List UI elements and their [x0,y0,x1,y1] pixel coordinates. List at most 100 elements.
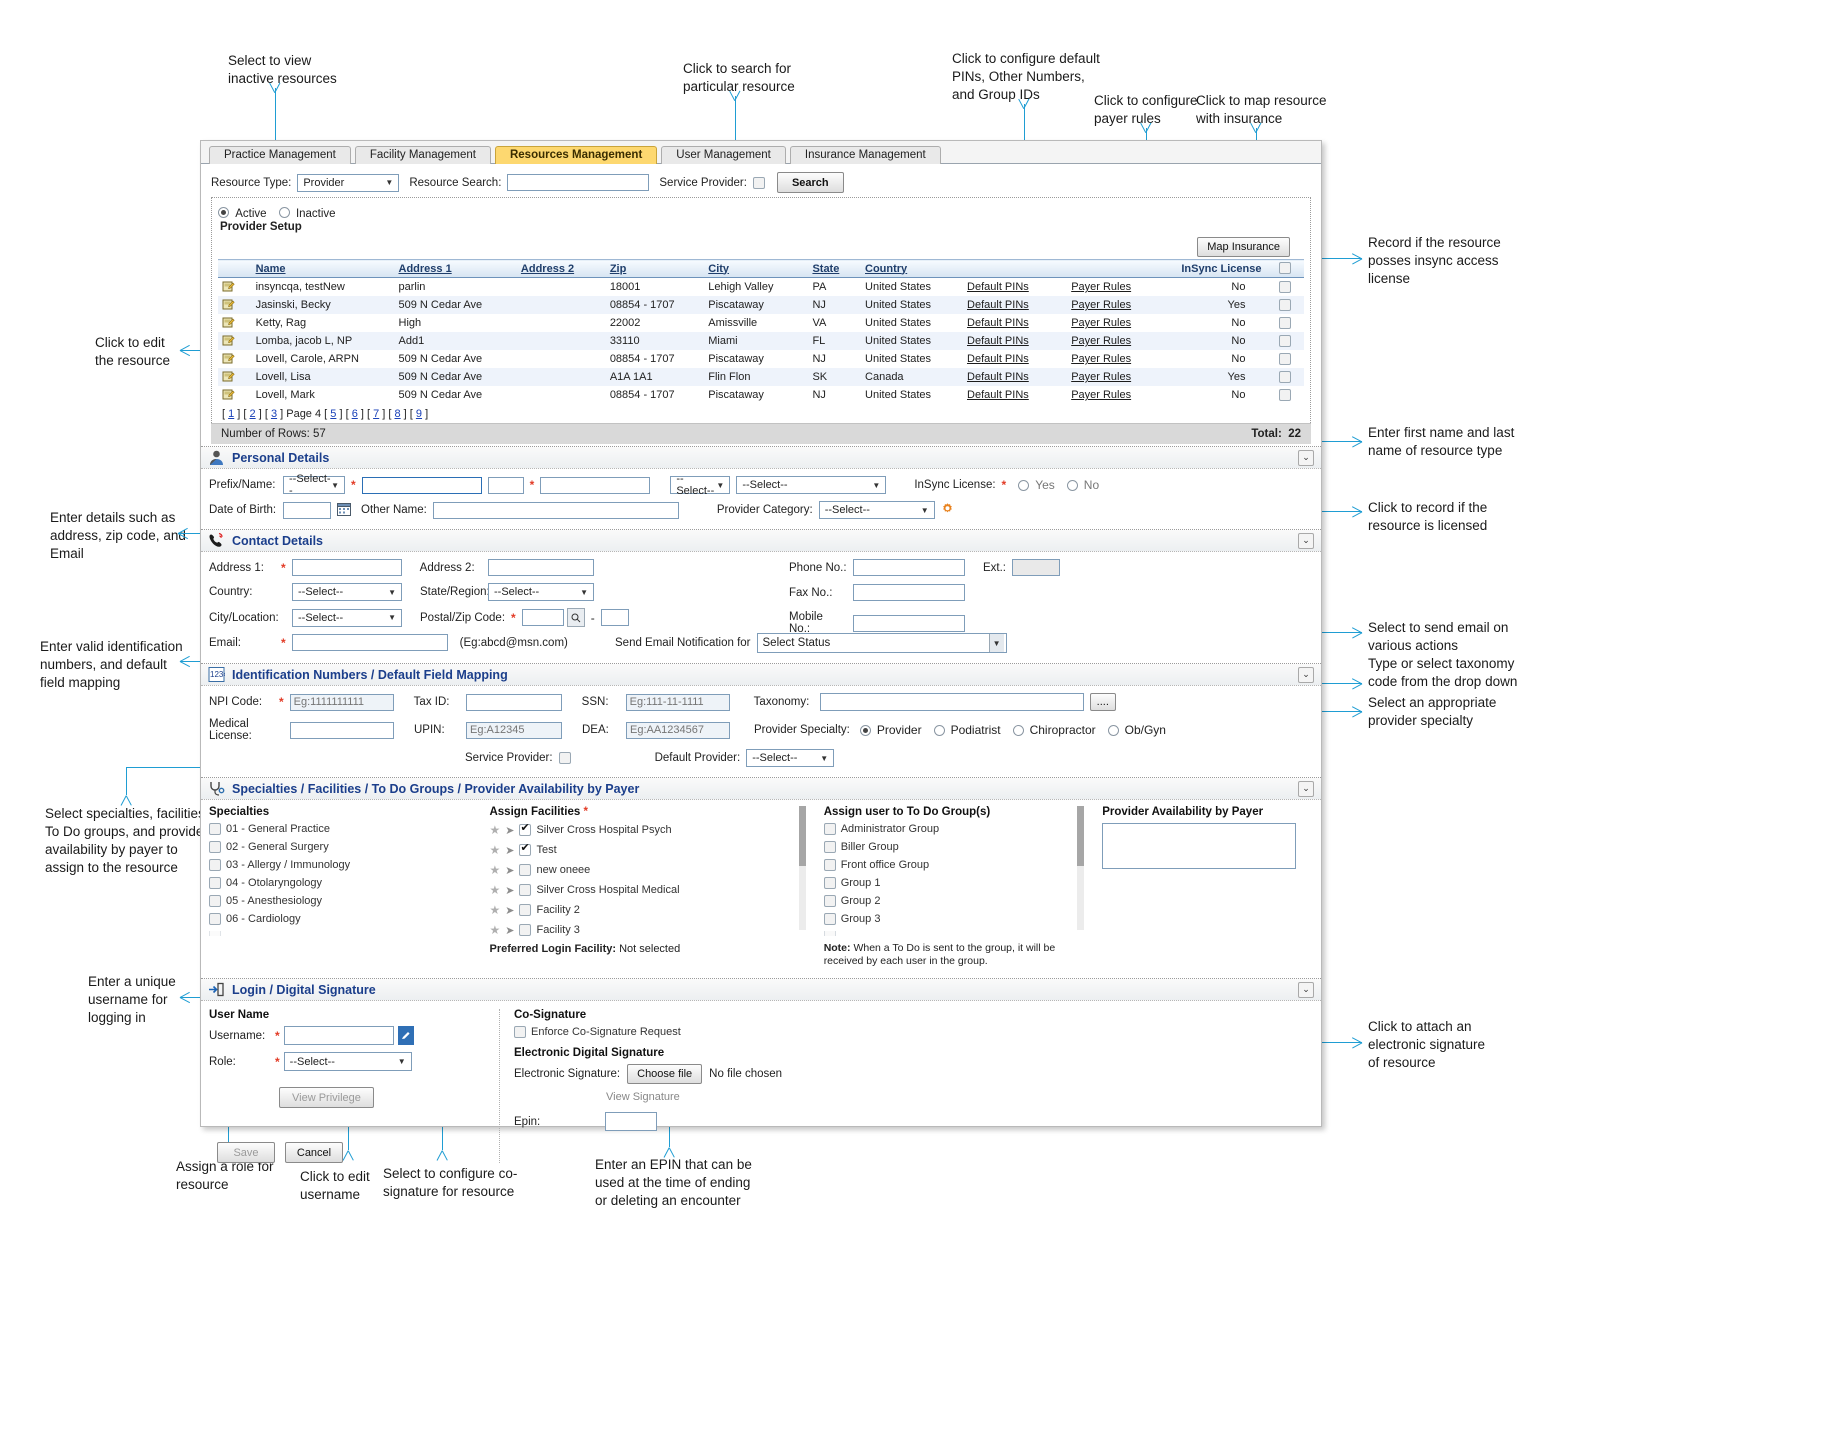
zip-search-icon[interactable] [567,608,585,627]
row-edit-icon-cell[interactable] [218,296,252,314]
row-insync-checkbox[interactable] [1279,371,1291,383]
view-signature-label[interactable]: View Signature [606,1091,1313,1103]
page-link-7[interactable]: 7 [373,408,379,420]
specialty-podiatrist-radio[interactable] [934,725,945,736]
default-pins-link[interactable]: Default PINs [967,299,1029,311]
send-icon[interactable]: ➤ [505,824,514,837]
send-icon[interactable]: ➤ [505,844,514,857]
specialty-chiropractor-radio[interactable] [1013,725,1024,736]
star-icon[interactable]: ★ [489,903,500,917]
cell-name[interactable]: Lovell, Mark [252,386,395,404]
payer-rules-link[interactable]: Payer Rules [1071,317,1131,329]
default-pins-link[interactable]: Default PINs [967,281,1029,293]
table-row[interactable]: Lovell, Lisa 509 N Cedar Ave A1A 1A1 Fli… [218,368,1304,386]
col-country[interactable]: Country [861,260,963,278]
table-row[interactable]: Jasinski, Becky 509 N Cedar Ave 08854 - … [218,296,1304,314]
table-row[interactable]: Lovell, Mark 509 N Cedar Ave 08854 - 170… [218,386,1304,404]
col-name[interactable]: Name [252,260,395,278]
cell-name[interactable]: Lovell, Lisa [252,368,395,386]
page-link-1[interactable]: 1 [228,408,234,420]
service-provider-checkbox[interactable] [753,177,765,189]
cancel-button[interactable]: Cancel [285,1142,343,1163]
list-item[interactable]: ★➤Facility 3 [489,923,799,937]
tab-facility-management[interactable]: Facility Management [355,146,491,164]
zip-input[interactable] [522,609,564,626]
taxonomy-input[interactable] [820,693,1084,711]
calendar-icon[interactable] [337,502,351,519]
list-item[interactable]: 01 - General Practice [209,823,469,835]
specialty-checkbox[interactable] [209,859,221,871]
row-insync-checkbox[interactable] [1279,317,1291,329]
tab-insurance-management[interactable]: Insurance Management [790,146,941,164]
page-link-2[interactable]: 2 [250,408,256,420]
enforce-cosignature-checkbox[interactable] [514,1026,526,1038]
row-edit-icon-cell[interactable] [218,314,252,332]
tab-resources-management[interactable]: Resources Management [495,146,657,164]
resource-type-select[interactable]: Provider▼ [297,174,399,192]
default-provider-select[interactable]: --Select--▼ [746,749,834,767]
payer-rules-link[interactable]: Payer Rules [1071,389,1131,401]
cell-name[interactable]: Lovell, Carole, ARPN [252,350,395,368]
row-insync-checkbox[interactable] [1279,335,1291,347]
star-icon[interactable]: ★ [489,863,500,877]
col-state[interactable]: State [808,260,861,278]
col-zip[interactable]: Zip [606,260,704,278]
cell-name[interactable]: Jasinski, Becky [252,296,395,314]
suffix-select[interactable]: --Select--▼ [670,476,730,494]
ext-input[interactable] [1012,559,1060,576]
table-row[interactable]: Lomba, jacob L, NP Add1 33110 Miami FL U… [218,332,1304,350]
row-edit-icon-cell[interactable] [218,368,252,386]
upin-input[interactable] [466,722,562,739]
middle-name-input[interactable] [488,477,524,494]
page-link-9[interactable]: 9 [416,408,422,420]
address2-input[interactable] [488,559,594,576]
star-icon[interactable]: ★ [489,923,500,937]
dob-input[interactable] [283,502,331,519]
resource-search-input[interactable] [507,174,649,191]
epin-input[interactable] [605,1112,657,1131]
row-edit-icon-cell[interactable] [218,386,252,404]
tab-user-management[interactable]: User Management [661,146,786,164]
zip-ext-input[interactable] [601,609,629,626]
specialty-checkbox[interactable] [209,913,221,925]
collapse-login-icon[interactable]: ⌄ [1298,982,1314,998]
list-item[interactable]: ★➤Silver Cross Hospital Psych [489,823,799,837]
service-provider-checkbox-2[interactable] [559,752,571,764]
specialty-checkbox[interactable] [209,823,221,835]
row-insync-checkbox[interactable] [1279,299,1291,311]
star-icon[interactable]: ★ [489,843,500,857]
list-item[interactable]: Administrator Group [824,823,1079,835]
tax-id-input[interactable] [466,694,562,711]
facility-checkbox[interactable] [519,904,531,916]
table-row[interactable]: insyncqa, testNew parlin 18001 Lehigh Va… [218,278,1304,297]
row-edit-icon-cell[interactable] [218,332,252,350]
col-address1[interactable]: Address 1 [395,260,517,278]
payer-rules-link[interactable]: Payer Rules [1071,353,1131,365]
default-pins-link[interactable]: Default PINs [967,335,1029,347]
payer-rules-link[interactable]: Payer Rules [1071,281,1131,293]
row-edit-icon-cell[interactable] [218,350,252,368]
collapse-specialties-icon[interactable]: ⌄ [1298,781,1314,797]
list-item[interactable]: 05 - Anesthesiology [209,895,469,907]
row-insync-checkbox[interactable] [1279,353,1291,365]
choose-file-button[interactable]: Choose file [627,1064,702,1084]
page-link-5[interactable]: 5 [330,408,336,420]
facility-checkbox[interactable] [519,864,531,876]
page-link-8[interactable]: 8 [395,408,401,420]
default-pins-link[interactable]: Default PINs [967,317,1029,329]
fax-input[interactable] [853,584,965,601]
list-item[interactable]: 06 - Cardiology [209,913,469,925]
other-name-input[interactable] [433,502,679,519]
prefix-select[interactable]: --Select--▼ [283,476,345,494]
gear-icon[interactable] [941,502,954,518]
edit-username-icon[interactable] [398,1026,414,1045]
city-select[interactable]: --Select--▼ [292,609,402,627]
specialty-checkbox[interactable] [209,895,221,907]
list-item[interactable]: ★➤new oneee [489,863,799,877]
cell-name[interactable]: insyncqa, testNew [252,278,395,297]
specialty-provider-radio[interactable] [860,725,871,736]
map-insurance-button[interactable]: Map Insurance [1197,237,1290,257]
save-button[interactable]: Save [217,1142,275,1163]
todo-group-checkbox[interactable] [824,895,836,907]
todo-group-checkbox[interactable] [824,877,836,889]
